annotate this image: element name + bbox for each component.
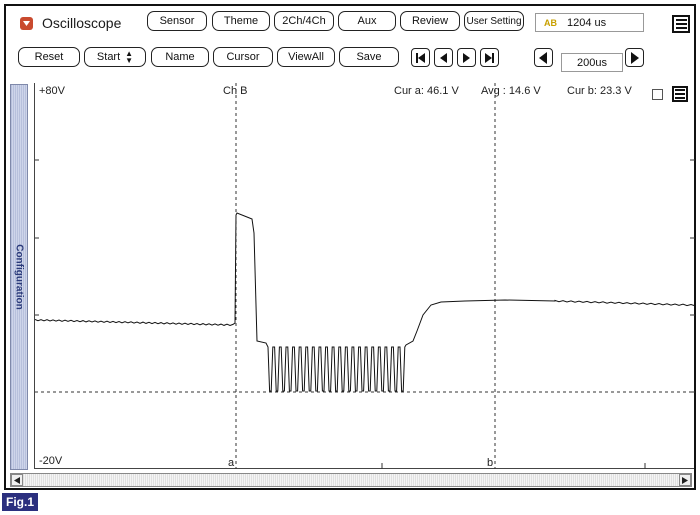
average-readout: Avg : 14.6 V [481, 85, 541, 97]
timebase-value: 200us [561, 53, 623, 72]
step-forward-icon [463, 52, 470, 63]
timebase-increase-icon [631, 51, 639, 64]
reset-button[interactable]: Reset [18, 47, 80, 67]
app-dropdown-icon[interactable] [20, 16, 33, 30]
oscilloscope-window: Oscilloscope Sensor Theme 2Ch/4Ch Aux Re… [4, 4, 696, 490]
y-max-label: +80V [39, 85, 65, 97]
step-back-button[interactable] [434, 48, 453, 67]
scroll-left-icon [14, 476, 20, 484]
channel-label: Ch B [223, 85, 248, 97]
menu-aux-button[interactable]: Aux [338, 11, 396, 31]
menu-channels-button[interactable]: 2Ch/4Ch [274, 11, 334, 31]
timebase-decrease-icon [539, 51, 547, 64]
save-button[interactable]: Save [339, 47, 399, 67]
title-area: Oscilloscope [20, 15, 121, 31]
menu-user-setting-button[interactable]: User Setting [464, 11, 524, 31]
waveform-trace [35, 212, 695, 392]
step-back-icon [440, 52, 447, 63]
horizontal-scrollbar[interactable] [10, 473, 692, 487]
y-min-label: -20V [39, 455, 63, 467]
step-forward-button[interactable] [457, 48, 476, 67]
cursor-button[interactable]: Cursor [213, 47, 273, 67]
configuration-tab-label: Configuration [13, 244, 25, 310]
cursor-delta-icon: AB [544, 17, 557, 28]
time-readout: AB 1204 us [535, 13, 644, 32]
cursor-a-marker: a [228, 457, 235, 469]
menu-review-button[interactable]: Review [400, 11, 460, 31]
scroll-left-button[interactable] [11, 474, 23, 486]
scroll-right-icon [682, 476, 688, 484]
time-readout-value: 1204 us [567, 16, 607, 29]
figure-label: Fig.1 [2, 493, 39, 511]
viewall-button[interactable]: ViewAll [277, 47, 335, 67]
waveform-plot[interactable]: +80V -20V Ch B Cur a: 46.1 V Avg : 14.6 … [34, 83, 695, 469]
skip-first-icon [416, 52, 425, 63]
timebase-increase-button[interactable] [625, 48, 644, 67]
timebase-decrease-button[interactable] [534, 48, 553, 67]
menu-sensor-button[interactable]: Sensor [147, 11, 207, 31]
menu-theme-button[interactable]: Theme [212, 11, 270, 31]
menu-icon[interactable] [672, 15, 690, 33]
readout-checkbox[interactable] [652, 89, 663, 100]
plot-menu-icon[interactable] [672, 86, 688, 102]
start-button[interactable]: Start ▲ ▼ [84, 47, 146, 67]
skip-first-button[interactable] [411, 48, 430, 67]
waveform-svg [35, 83, 695, 469]
updown-icon: ▲ ▼ [125, 49, 134, 65]
scroll-right-button[interactable] [679, 474, 691, 486]
cursor-b-readout: Cur b: 23.3 V [567, 85, 632, 97]
cursor-a-readout: Cur a: 46.1 V [394, 85, 459, 97]
app-title: Oscilloscope [42, 15, 122, 31]
x-axis-ticks [381, 463, 646, 469]
skip-last-icon [485, 52, 494, 63]
start-label: Start [96, 51, 121, 63]
skip-last-button[interactable] [480, 48, 499, 67]
configuration-tab[interactable]: Configuration [10, 84, 28, 470]
name-button[interactable]: Name [151, 47, 209, 67]
cursor-b-marker: b [487, 457, 494, 469]
